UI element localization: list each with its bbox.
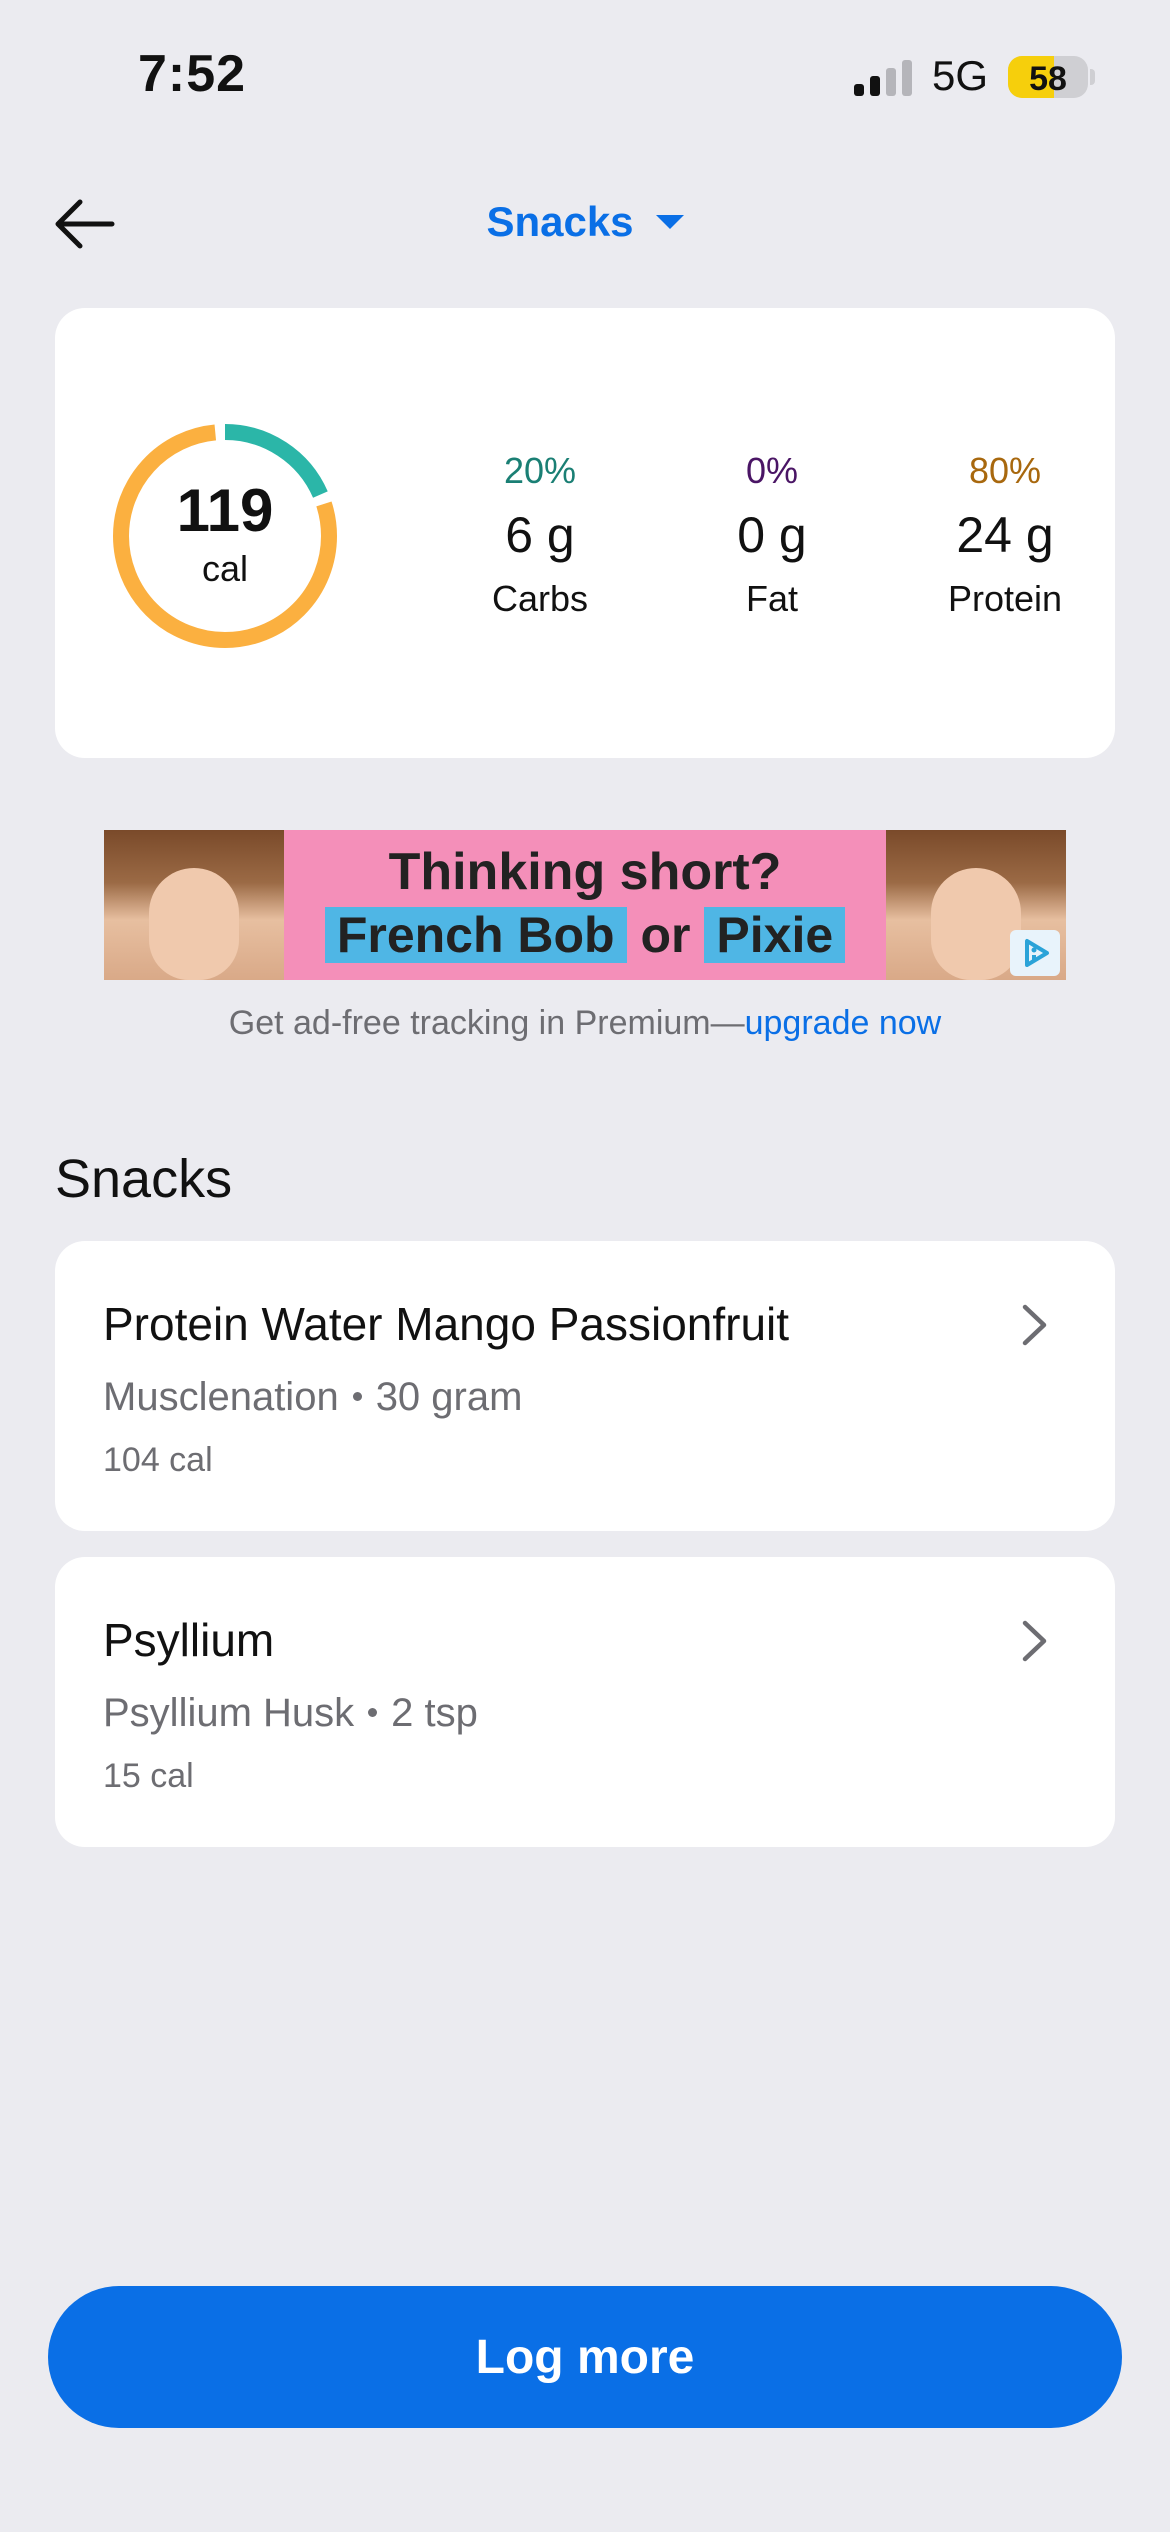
food-serving: 2 tsp — [391, 1691, 478, 1735]
nutrition-summary-card: 119 cal 20% 6 g Carbs 0% 0 g Fat 80% 24 … — [55, 308, 1115, 758]
food-details: Psyllium Husk 2 tsp — [103, 1691, 478, 1736]
food-calories: 104 cal — [103, 1441, 213, 1479]
upgrade-link[interactable]: upgrade now — [745, 1004, 942, 1042]
ad-option-2: Pixie — [704, 907, 846, 963]
calorie-total: 119 — [176, 477, 274, 544]
adchoices-icon[interactable] — [1010, 930, 1060, 976]
caret-down-icon — [655, 215, 684, 229]
list-item[interactable]: Protein Water Mango Passionfruit Musclen… — [55, 1241, 1115, 1531]
meal-dropdown[interactable]: Snacks — [486, 198, 684, 246]
network-label: 5G — [932, 52, 989, 99]
ad-headline: Thinking short? — [388, 843, 782, 901]
ad-or: or — [640, 907, 691, 963]
food-brand: Musclenation — [103, 1375, 339, 1419]
signal-icon — [854, 60, 912, 96]
calorie-unit: cal — [201, 548, 249, 589]
macro-carbs: 20% 6 g Carbs — [430, 450, 650, 620]
battery-tip — [1090, 69, 1095, 85]
section-title: Snacks — [55, 1149, 233, 1209]
macro-percent: 0% — [745, 450, 799, 491]
ad-option-1: French Bob — [324, 907, 627, 963]
list-item[interactable]: Psyllium Psyllium Husk 2 tsp 15 cal — [55, 1557, 1115, 1847]
macro-label: Carbs — [491, 578, 589, 619]
food-name: Protein Water Mango Passionfruit — [103, 1298, 790, 1350]
food-calories: 15 cal — [103, 1757, 194, 1795]
food-details: Musclenation 30 gram — [103, 1375, 522, 1420]
status-bar: 7:52 5G 58 — [0, 0, 1170, 150]
macro-protein: 80% 24 g Protein — [895, 450, 1115, 620]
macro-percent: 20% — [503, 450, 577, 491]
premium-note: Get ad-free tracking in Premium—upgrade … — [0, 1004, 1170, 1043]
battery-icon: 58 — [1008, 56, 1088, 98]
meal-selector: Snacks — [0, 198, 1170, 246]
premium-note-text: Get ad-free tracking in Premium— — [228, 1004, 745, 1042]
food-serving: 30 gram — [375, 1375, 523, 1419]
macro-value: 0 g — [737, 507, 807, 563]
macro-label: Protein — [947, 578, 1063, 619]
battery-level: 58 — [1029, 60, 1067, 98]
ad-banner[interactable]: Thinking short? French Bob or Pixie — [104, 830, 1066, 980]
macro-percent: 80% — [968, 450, 1042, 491]
macro-value: 6 g — [505, 507, 575, 563]
separator-dot — [352, 1391, 362, 1401]
status-time: 7:52 — [138, 45, 247, 103]
chevron-right-icon — [1022, 1304, 1047, 1346]
chevron-right-icon — [1022, 1620, 1047, 1662]
macro-value: 24 g — [956, 507, 1054, 563]
separator-dot — [368, 1707, 378, 1717]
ad-subline: French Bob or Pixie — [284, 906, 886, 964]
macro-fat: 0% 0 g Fat — [662, 450, 882, 620]
meal-title: Snacks — [486, 198, 634, 245]
log-more-button[interactable]: Log more — [48, 2286, 1122, 2428]
food-name: Psyllium — [103, 1614, 275, 1666]
macro-label: Fat — [745, 578, 798, 619]
food-brand: Psyllium Husk — [103, 1691, 355, 1735]
ad-image-left — [104, 830, 284, 980]
